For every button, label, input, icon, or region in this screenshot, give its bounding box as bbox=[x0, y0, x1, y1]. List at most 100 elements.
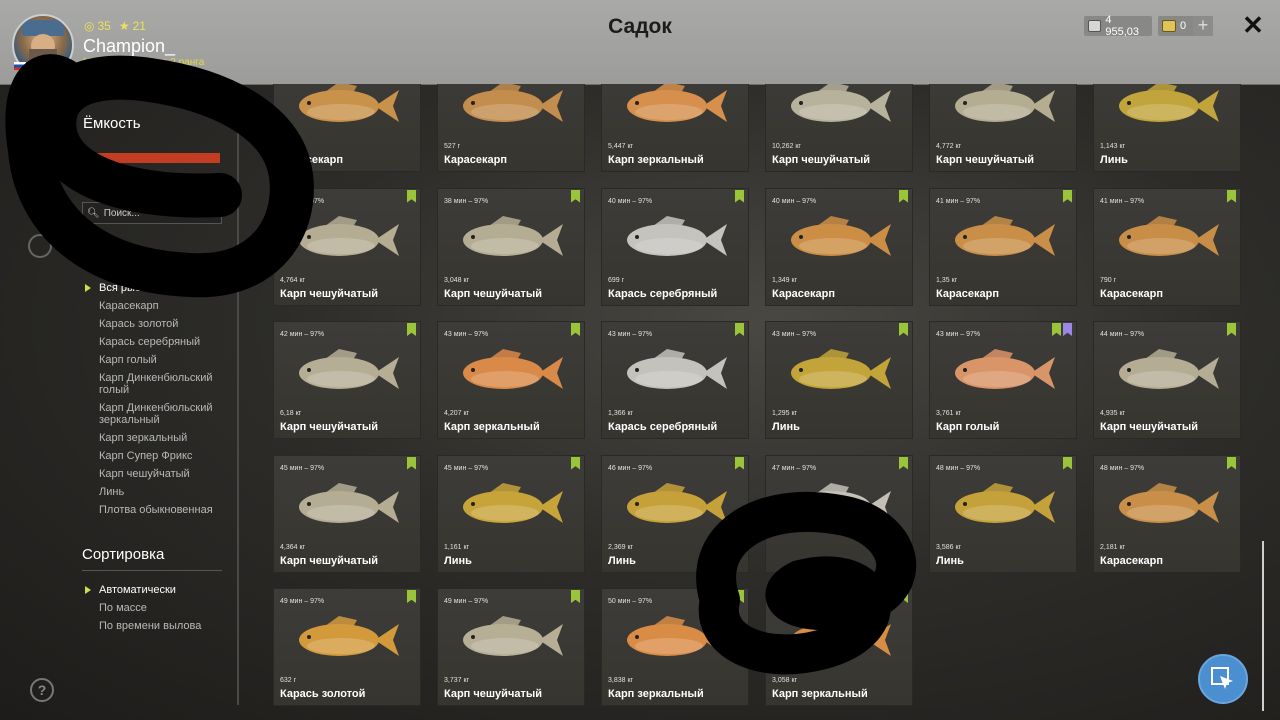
catch-time: 44 мин – 97% bbox=[1100, 331, 1145, 338]
sort-option-item[interactable]: Автоматически bbox=[85, 584, 239, 596]
fish-card[interactable]: 43 мин – 97% 4,207 кг Карп зеркальный bbox=[437, 321, 585, 439]
fish-image bbox=[791, 482, 891, 523]
fish-card[interactable]: 10,262 кг Карп чешуйчатый bbox=[765, 84, 913, 172]
fish-card[interactable]: 40 мин – 97% 699 г Карась серебряный bbox=[601, 187, 749, 306]
bookmark-icon bbox=[571, 456, 580, 470]
catch-time: 40 мин – 97% bbox=[772, 197, 817, 205]
sort-option-item[interactable]: По массе bbox=[99, 602, 239, 614]
fish-card[interactable]: 5,447 кг Карп зеркальный bbox=[601, 84, 749, 172]
fish-card[interactable]: 47 мин – 97% bbox=[765, 454, 913, 573]
bookmark-icon bbox=[407, 590, 416, 603]
badges bbox=[899, 189, 908, 203]
fish-image bbox=[299, 349, 399, 389]
fish-card[interactable]: 4,772 кг Карп чешуйчатый bbox=[929, 84, 1077, 172]
fish-card[interactable]: 48 мин – 97% 2,181 кг Карасекарп bbox=[1093, 454, 1241, 573]
fish-card[interactable]: 49 мин – 97% 3,737 кг Карп чешуйчатый bbox=[437, 588, 585, 706]
fish-weight: 699 г bbox=[608, 276, 625, 284]
badges bbox=[1052, 323, 1072, 336]
fish-card[interactable]: 44 мин – 97% 4,935 кг Карп чешуйчатый bbox=[1093, 321, 1241, 439]
fish-card[interactable]: 43 мин – 97% 1,366 кг Карась серебряный bbox=[601, 321, 749, 439]
bookmark-icon bbox=[899, 189, 908, 203]
fish-card[interactable]: 50 мин – 97% 3,058 кг Карп зеркальный bbox=[765, 588, 913, 706]
help-icon[interactable]: ? bbox=[30, 678, 54, 702]
fish-weight: 1,143 кг bbox=[1100, 143, 1126, 150]
fish-image bbox=[791, 215, 891, 256]
filter-item[interactable]: Плотва обыкновенная bbox=[99, 504, 239, 516]
badges bbox=[899, 323, 908, 336]
catch-time: 41 мин – 97% bbox=[936, 197, 981, 205]
fish-card[interactable]: 43 мин – 97% 1,295 кг Линь bbox=[765, 321, 913, 439]
filter-item[interactable]: Карась золотой bbox=[99, 318, 239, 330]
fish-name: Карп чешуйчатый bbox=[280, 287, 378, 300]
badges bbox=[1227, 323, 1236, 336]
fish-weight: 3,048 кг bbox=[444, 276, 470, 284]
fish-card[interactable]: 46 мин – 97% 2,369 кг Линь bbox=[601, 454, 749, 573]
filter-item[interactable]: Вся рыба bbox=[85, 282, 239, 294]
fish-card[interactable]: 1,143 кг Линь bbox=[1093, 84, 1241, 172]
fish-name: Карась золотой bbox=[280, 688, 366, 700]
fish-name: Карп чешуйчатый bbox=[772, 154, 870, 166]
badges bbox=[407, 456, 416, 470]
filter-item[interactable]: Карп Супер Фрикс bbox=[99, 450, 239, 462]
gold-balance: 0 bbox=[1158, 16, 1198, 36]
fish-name: Карп чешуйчатый bbox=[936, 154, 1034, 166]
filter-item[interactable]: Карп чешуйчатый bbox=[99, 468, 239, 480]
catch-time: 38 мин – 97% bbox=[280, 197, 325, 205]
badges bbox=[1063, 456, 1072, 470]
fish-name: Карп чешуйчатый bbox=[280, 554, 378, 567]
filter-item[interactable]: Линь bbox=[99, 486, 239, 498]
fish-image bbox=[955, 84, 1055, 122]
bookmark-icon bbox=[407, 323, 416, 336]
bookmark-icon bbox=[571, 189, 580, 203]
catch-time: 43 мин – 97% bbox=[444, 331, 489, 338]
catch-time: 45 мин – 97% bbox=[280, 464, 325, 472]
catch-time: 40 мин – 97% bbox=[608, 197, 653, 205]
fish-card[interactable]: 45 мин – 97% 1,161 кг Линь bbox=[437, 454, 585, 573]
fish-weight: 4,207 кг bbox=[444, 410, 470, 417]
fish-card[interactable]: 40 мин – 97% 1,349 кг Карасекарп bbox=[765, 187, 913, 306]
badges bbox=[407, 189, 416, 203]
fish-card[interactable]: 50 мин – 97% 3,838 кг Карп зеркальный bbox=[601, 588, 749, 706]
fish-name: Карасекарп bbox=[444, 154, 508, 166]
bookmark-icon bbox=[735, 323, 744, 336]
filter-item[interactable]: Карп голый bbox=[99, 354, 239, 366]
filter-item[interactable]: Карп Динкенбюльский голый bbox=[99, 372, 239, 396]
fish-card[interactable]: 43 мин – 97% 3,761 кг Карп голый bbox=[929, 321, 1077, 439]
filter-item[interactable]: Карасекарп bbox=[99, 300, 239, 312]
fish-weight: 2,181 кг bbox=[1100, 543, 1126, 551]
fish-card[interactable]: 38 мин – 97% 4,764 кг Карп чешуйчатый bbox=[273, 187, 421, 306]
close-icon[interactable]: ✕ bbox=[1240, 12, 1266, 38]
sort-option-item[interactable]: По времени вылова bbox=[99, 620, 239, 632]
filter-item[interactable]: Карась серебряный bbox=[99, 336, 239, 348]
fish-card[interactable]: Карасекарп bbox=[273, 84, 421, 172]
add-currency-button[interactable]: + bbox=[1193, 16, 1213, 36]
fish-name: Карп зеркальный bbox=[608, 154, 704, 166]
fish-card[interactable]: 45 мин – 97% 4,364 кг Карп чешуйчатый bbox=[273, 454, 421, 573]
badges bbox=[735, 323, 744, 336]
scrollbar[interactable] bbox=[1262, 541, 1264, 711]
filter-item[interactable]: Карп зеркальный bbox=[99, 432, 239, 444]
cursor-mode-button[interactable] bbox=[1198, 654, 1248, 704]
home-icon[interactable] bbox=[28, 234, 52, 258]
fish-card[interactable]: 49 мин – 97% 632 г Карась золотой bbox=[273, 588, 421, 706]
fish-name: Линь bbox=[936, 554, 964, 567]
fish-card[interactable]: 527 г Карасекарп bbox=[437, 84, 585, 172]
fish-name: Карп чешуйчатый bbox=[1100, 421, 1198, 433]
search-input[interactable]: 🔍︎ Поиск... bbox=[82, 202, 222, 224]
badges bbox=[899, 456, 908, 470]
fish-card[interactable]: 41 мин – 97% 1,35 кг Карасекарп bbox=[929, 187, 1077, 306]
fish-name: Линь bbox=[444, 554, 472, 567]
fish-image bbox=[299, 215, 399, 256]
bookmark-icon bbox=[1052, 323, 1061, 336]
fish-card[interactable]: 38 мин – 97% 3,048 кг Карп чешуйчатый bbox=[437, 187, 585, 306]
fish-name: Карась серебряный bbox=[608, 287, 718, 300]
fish-image bbox=[1119, 482, 1219, 523]
catch-time: 50 мин – 97% bbox=[772, 598, 817, 605]
fish-card[interactable]: 48 мин – 97% 3,586 кг Линь bbox=[929, 454, 1077, 573]
filter-item[interactable]: Карп Динкенбюльский зеркальный bbox=[99, 402, 239, 426]
fish-weight: 3,586 кг bbox=[936, 543, 962, 551]
fish-card[interactable]: 42 мин – 97% 6,18 кг Карп чешуйчатый bbox=[273, 321, 421, 439]
fish-image bbox=[1119, 215, 1219, 256]
fish-card[interactable]: 41 мин – 97% 790 г Карасекарп bbox=[1093, 187, 1241, 306]
bookmark-icon bbox=[1063, 456, 1072, 470]
